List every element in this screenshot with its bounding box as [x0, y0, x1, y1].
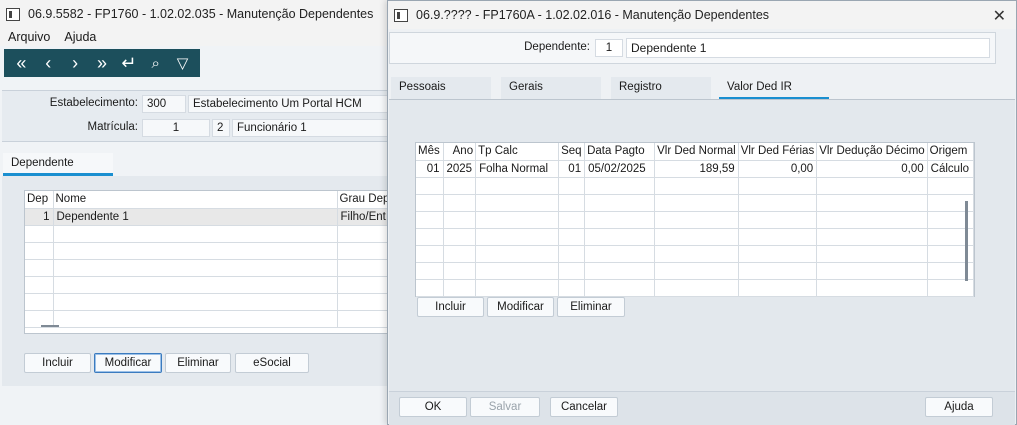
col-vlr-ded-ferias[interactable]: Vlr Ded Férias: [738, 143, 818, 161]
dependents-grid: Dep Nome Grau Depe 1 Dependente 1 Filho/…: [24, 190, 420, 334]
window-icon: [6, 7, 20, 21]
menu-ajuda[interactable]: Ajuda: [64, 30, 96, 44]
table-row[interactable]: [25, 310, 419, 328]
table-row[interactable]: 1 Dependente 1 Filho/Ent: [25, 208, 419, 226]
table-row[interactable]: [416, 228, 975, 246]
ajuda-button[interactable]: Ajuda: [925, 397, 993, 417]
tab-dependente[interactable]: Dependente: [3, 153, 113, 176]
col-data-pagto[interactable]: Data Pagto: [584, 143, 656, 161]
menu-arquivo[interactable]: Arquivo: [8, 30, 50, 44]
col-tp-calc[interactable]: Tp Calc: [475, 143, 560, 161]
matricula-field[interactable]: 1: [142, 119, 210, 137]
dependent-header-panel: Dependente: 1 Dependente 1: [389, 32, 996, 64]
incluir-button[interactable]: Incluir: [24, 353, 91, 373]
search-icon[interactable]: ⌕: [145, 56, 167, 71]
eliminar-button[interactable]: Eliminar: [557, 297, 625, 317]
ok-button[interactable]: OK: [399, 397, 467, 417]
tab-gerais[interactable]: Gerais: [501, 77, 601, 100]
cell-data-pagto: 05/02/2025: [584, 160, 656, 178]
dialog-footer: OK Salvar Cancelar Ajuda: [389, 391, 1015, 425]
grid-header-row: Dep Nome Grau Depe: [25, 191, 419, 209]
table-row[interactable]: [25, 276, 419, 294]
first-icon[interactable]: «: [10, 54, 32, 72]
col-vlr-ded-normal[interactable]: Vlr Ded Normal: [654, 143, 739, 161]
modificar-button[interactable]: Modificar: [487, 297, 554, 317]
dependente-num-field: 1: [595, 39, 623, 57]
matricula-label: Matrícula:: [87, 121, 139, 133]
return-icon[interactable]: ↵: [118, 54, 140, 72]
eliminar-button[interactable]: Eliminar: [165, 353, 231, 373]
matricula-seq-field: 2: [212, 119, 230, 137]
estab-name-field: Estabelecimento Um Portal HCM: [188, 95, 418, 113]
table-row[interactable]: [416, 279, 975, 297]
vertical-scrollbar[interactable]: [965, 201, 968, 281]
header-panel: Estabelecimento: 300 Estabelecimento Um …: [2, 90, 420, 142]
col-dep[interactable]: Dep: [25, 191, 54, 209]
prev-icon[interactable]: ‹: [37, 54, 59, 72]
cell-nome: Dependente 1: [53, 208, 338, 226]
table-row[interactable]: [25, 225, 419, 243]
cell-tp-calc: Folha Normal: [475, 160, 560, 178]
modificar-button[interactable]: Modificar: [94, 353, 162, 373]
cell-vlr-ded-normal: 189,59: [654, 160, 739, 178]
ded-ir-grid: Mês Ano Tp Calc Seq Data Pagto Vlr Ded N…: [415, 142, 975, 297]
grid-header-row: Mês Ano Tp Calc Seq Data Pagto Vlr Ded N…: [416, 143, 975, 161]
cell-mes: 01: [416, 160, 444, 178]
tab-pessoais[interactable]: Pessoais: [391, 77, 491, 100]
dependente-label: Dependente:: [524, 41, 590, 53]
filter-icon[interactable]: ▽: [171, 56, 193, 71]
cell-ano: 2025: [443, 160, 477, 178]
last-icon[interactable]: »: [91, 54, 113, 72]
cell-origem: Cálculo: [927, 160, 975, 178]
col-mes[interactable]: Mês: [416, 143, 444, 161]
table-row[interactable]: [416, 211, 975, 229]
estab-label: Estabelecimento:: [49, 97, 138, 109]
table-row[interactable]: [25, 293, 419, 311]
dialog-window: 06.9.???? - FP1760A - 1.02.02.016 - Manu…: [387, 0, 1017, 425]
col-seq[interactable]: Seq: [558, 143, 586, 161]
tab-registro[interactable]: Registro: [611, 77, 711, 100]
window-title: 06.9.5582 - FP1760 - 1.02.02.035 - Manut…: [28, 7, 374, 21]
dialog-title-bar: 06.9.???? - FP1760A - 1.02.02.016 - Manu…: [388, 1, 1016, 29]
table-row[interactable]: [25, 242, 419, 260]
col-vlr-deducao-decimo[interactable]: Vlr Dedução Décimo: [816, 143, 928, 161]
table-row[interactable]: 01 2025 Folha Normal 01 05/02/2025 189,5…: [416, 160, 975, 178]
table-row[interactable]: [416, 194, 975, 212]
cell-vlr-deducao-decimo: 0,00: [816, 160, 928, 178]
next-icon[interactable]: ›: [64, 54, 86, 72]
table-row[interactable]: [416, 177, 975, 195]
title-bar: 06.9.5582 - FP1760 - 1.02.02.035 - Manut…: [0, 0, 419, 28]
salvar-button[interactable]: Salvar: [470, 397, 540, 417]
tab-valor-ded-ir[interactable]: Valor Ded IR: [719, 77, 829, 100]
table-row[interactable]: [25, 259, 419, 277]
col-nome[interactable]: Nome: [53, 191, 338, 209]
cell-dep: 1: [25, 208, 54, 226]
dependente-name-field: Dependente 1: [626, 38, 990, 58]
estab-code-field[interactable]: 300: [142, 95, 186, 113]
main-window: 06.9.5582 - FP1760 - 1.02.02.035 - Manut…: [0, 0, 420, 425]
table-row[interactable]: [416, 245, 975, 263]
window-icon: [394, 8, 408, 22]
cell-vlr-ded-ferias: 0,00: [738, 160, 818, 178]
menu-bar: Arquivo Ajuda: [0, 28, 419, 46]
col-ano[interactable]: Ano: [443, 143, 477, 161]
cancelar-button[interactable]: Cancelar: [550, 397, 618, 417]
horizontal-scrollbar[interactable]: [41, 325, 59, 327]
table-row[interactable]: [416, 262, 975, 280]
incluir-button[interactable]: Incluir: [417, 297, 484, 317]
close-icon[interactable]: ✕: [993, 6, 1006, 26]
dialog-title: 06.9.???? - FP1760A - 1.02.02.016 - Manu…: [416, 8, 770, 22]
navigation-toolbar: « ‹ › » ↵ ⌕ ▽: [4, 49, 200, 77]
esocial-button[interactable]: eSocial: [235, 353, 309, 373]
col-origem[interactable]: Origem: [927, 143, 975, 161]
cell-seq: 01: [558, 160, 586, 178]
tab-content: Mês Ano Tp Calc Seq Data Pagto Vlr Ded N…: [389, 99, 1015, 391]
